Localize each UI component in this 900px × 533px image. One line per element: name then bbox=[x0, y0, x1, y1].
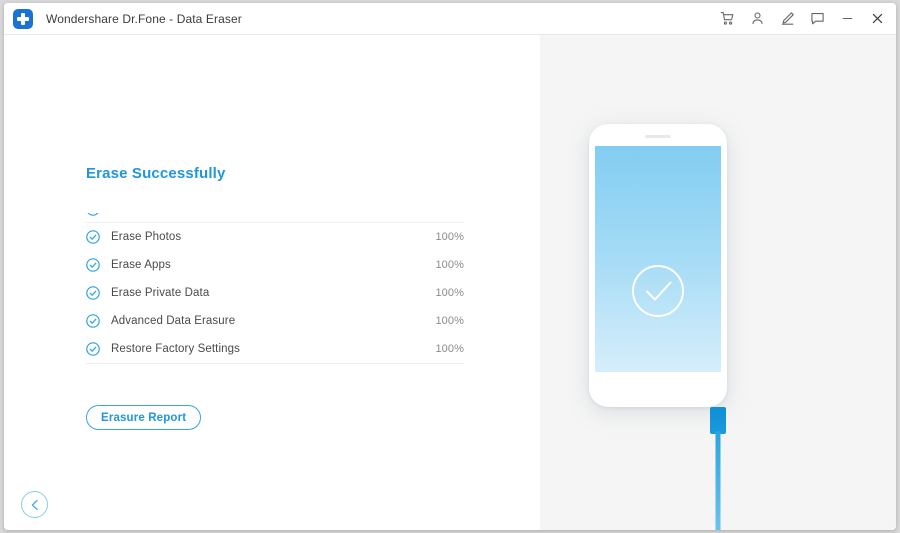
check-circle-icon bbox=[86, 258, 100, 272]
check-circle-icon bbox=[632, 265, 684, 317]
application-window: Wondershare Dr.Fone - Data Eraser Erase … bbox=[4, 3, 896, 530]
page-title: Erase Successfully bbox=[86, 165, 226, 182]
erasure-report-button[interactable]: Erasure Report bbox=[86, 405, 202, 430]
dr-fone-cross-logo-icon bbox=[13, 8, 33, 29]
task-percent: 100% bbox=[435, 343, 464, 355]
task-rows: Erase Photos 100% Erase Apps 100% Erase Priv… bbox=[86, 223, 464, 363]
task-row: Erase Photos 100% bbox=[86, 223, 464, 251]
check-circle-icon bbox=[86, 342, 100, 356]
task-percent: 100% bbox=[435, 259, 464, 271]
task-percent: 100% bbox=[435, 287, 464, 299]
task-row: Advanced Data Erasure 100% bbox=[86, 307, 464, 335]
feedback-icon[interactable] bbox=[802, 4, 832, 34]
window-body: Erase Successfully Erase Photos 100% Erase… bbox=[4, 35, 896, 530]
check-circle-icon bbox=[87, 213, 99, 216]
edit-icon[interactable] bbox=[772, 4, 802, 34]
task-percent: 100% bbox=[435, 315, 464, 327]
arrow-left-icon bbox=[31, 499, 38, 510]
back-button[interactable] bbox=[21, 491, 48, 518]
window-title: Wondershare Dr.Fone - Data Eraser bbox=[46, 11, 242, 26]
task-row: Restore Factory Settings 100% bbox=[86, 335, 464, 363]
usb-charging-cable bbox=[715, 431, 721, 530]
task-row-clipped bbox=[86, 213, 464, 222]
task-row: Erase Private Data 100% bbox=[86, 279, 464, 307]
list-divider-bottom bbox=[86, 363, 464, 364]
phone-screen bbox=[595, 146, 721, 372]
task-label: Erase Private Data bbox=[111, 287, 210, 299]
close-button[interactable] bbox=[862, 4, 892, 34]
title-bar: Wondershare Dr.Fone - Data Eraser bbox=[4, 3, 896, 35]
check-circle-icon bbox=[86, 286, 100, 300]
task-label: Restore Factory Settings bbox=[111, 343, 240, 355]
task-label: Erase Apps bbox=[111, 259, 171, 271]
content-panel: Erase Successfully Erase Photos 100% Erase… bbox=[4, 35, 540, 530]
phone-illustration bbox=[589, 124, 727, 407]
phone-speaker bbox=[645, 135, 671, 138]
task-row: Erase Apps 100% bbox=[86, 251, 464, 279]
account-icon[interactable] bbox=[742, 4, 772, 34]
cable-connector bbox=[710, 407, 726, 434]
task-label: Advanced Data Erasure bbox=[111, 315, 236, 327]
cart-icon[interactable] bbox=[712, 4, 742, 34]
illustration-panel bbox=[540, 35, 896, 530]
task-label: Erase Photos bbox=[111, 231, 182, 243]
task-list: Erase Photos 100% Erase Apps 100% Erase Priv… bbox=[86, 213, 464, 364]
task-percent: 100% bbox=[435, 231, 464, 243]
minimize-button[interactable] bbox=[832, 4, 862, 34]
check-circle-icon bbox=[86, 314, 100, 328]
check-circle-icon bbox=[86, 230, 100, 244]
